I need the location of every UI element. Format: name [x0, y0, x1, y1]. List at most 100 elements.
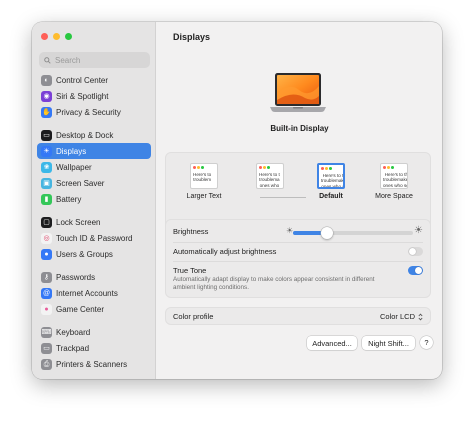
- search-icon: [44, 56, 51, 64]
- color-profile-select[interactable]: Color LCD: [380, 312, 423, 321]
- color-profile-card: Color profile Color LCD: [165, 307, 431, 325]
- sidebar-item-label: Printers & Scanners: [56, 359, 128, 369]
- sidebar-item-game-center[interactable]: ● Game Center: [37, 301, 151, 317]
- dock-icon: ▭: [41, 129, 52, 141]
- help-button[interactable]: ?: [420, 336, 433, 349]
- resolution-sample-text: Here's to the cr troublemakers. T ones w…: [383, 172, 408, 188]
- brightness-knob[interactable]: [320, 227, 333, 239]
- night-shift-button[interactable]: Night Shift...: [362, 336, 415, 350]
- auto-brightness-row: Automatically adjust brightness: [173, 247, 423, 256]
- brightness-slider[interactable]: [293, 227, 413, 239]
- resolution-option[interactable]: Here's to the cr troublemakers. T ones w…: [372, 163, 416, 200]
- divider: [173, 261, 423, 262]
- true-tone-toggle[interactable]: [408, 266, 423, 275]
- high-brightness-icon: ☀: [414, 225, 423, 236]
- sidebar-list: ◐ Control Center ◉ Siri & Spotlight ✋ Privacy…: [37, 72, 151, 372]
- sidebar-item-label: Desktop & Dock: [56, 130, 114, 140]
- sidebar-item-control-center[interactable]: ◐ Control Center: [37, 72, 151, 88]
- sidebar-item-label: Control Center: [56, 75, 109, 85]
- resolution-option[interactable]: Here's to troublem Larger Text: [182, 163, 226, 200]
- resolution-preview: Here's to the troublemakers ones who see…: [317, 163, 345, 189]
- trackpad-icon: ▭: [41, 342, 52, 354]
- sidebar-item-label: Screen Saver: [56, 178, 105, 188]
- resolution-label: Larger Text: [186, 193, 222, 200]
- sidebar-item-label: Touch ID & Password: [56, 233, 133, 243]
- fingerprint-icon: ◎: [41, 232, 52, 244]
- divider: [173, 242, 423, 243]
- at-icon: @: [41, 287, 52, 299]
- sidebar-item-label: Wallpaper: [56, 162, 92, 172]
- sidebar-item-passwords[interactable]: ⚷ Passwords: [37, 269, 151, 285]
- control-center-icon: ◐: [41, 74, 52, 86]
- siri-icon: ◉: [41, 90, 52, 102]
- sidebar-item-label: Game Center: [56, 304, 105, 314]
- sidebar-item-privacy-security[interactable]: ✋ Privacy & Security: [37, 104, 151, 120]
- color-profile-value: Color LCD: [379, 312, 415, 321]
- sidebar-item-touch-id-password[interactable]: ◎ Touch ID & Password: [37, 230, 151, 246]
- sidebar-item-label: Battery: [56, 194, 82, 204]
- sidebar-item-label: Lock Screen: [56, 217, 101, 227]
- resolution-sample-text: Here's to troublem: [193, 172, 212, 183]
- sidebar-item-label: Siri & Spotlight: [56, 91, 109, 101]
- sidebar-item-battery[interactable]: ▮ Battery: [37, 191, 151, 207]
- wallpaper-icon: ❀: [41, 161, 52, 173]
- search-box[interactable]: [39, 52, 150, 68]
- displays-icon: ☀: [41, 145, 52, 157]
- resolution-track: [260, 197, 306, 198]
- resolution-preview: Here's to troublem: [190, 163, 218, 189]
- resolution-label: Default: [319, 193, 343, 200]
- lock-screen-icon: ▢: [41, 216, 52, 228]
- zoom-button[interactable]: [65, 33, 72, 40]
- close-button[interactable]: [41, 33, 48, 40]
- macbook-icon: [270, 73, 326, 112]
- sidebar-item-label: Displays: [56, 146, 87, 156]
- minimize-button[interactable]: [53, 33, 60, 40]
- key-icon: ⚷: [41, 271, 52, 283]
- sidebar-item-internet-accounts[interactable]: @ Internet Accounts: [37, 285, 151, 301]
- true-tone-label: True Tone: [173, 266, 207, 275]
- sidebar-item-label: Keyboard: [56, 327, 91, 337]
- battery-icon: ▮: [41, 193, 52, 205]
- sidebar-item-wallpaper[interactable]: ❀ Wallpaper: [37, 159, 151, 175]
- resolution-option[interactable]: Here's to the troublemakers ones who see…: [309, 163, 353, 200]
- hand-icon: ✋: [41, 106, 52, 118]
- sidebar-item-desktop-dock[interactable]: ▭ Desktop & Dock: [37, 127, 151, 143]
- sidebar-item-label: Internet Accounts: [56, 288, 118, 298]
- sidebar-item-screen-saver[interactable]: ▣ Screen Saver: [37, 175, 151, 191]
- system-settings-window: ◐ Control Center ◉ Siri & Spotlight ✋ Privacy…: [32, 22, 442, 379]
- color-profile-row: Color profile Color LCD: [173, 312, 423, 321]
- screen-saver-icon: ▣: [41, 177, 52, 189]
- resolution-preview: Here's to t troublema ones who: [256, 163, 284, 189]
- brightness-row: Brightness ☀ ☀: [173, 225, 423, 239]
- sidebar-item-keyboard[interactable]: ⌨ Keyboard: [37, 324, 151, 340]
- chevron-updown-icon: [418, 313, 423, 320]
- low-brightness-icon: ☀: [286, 226, 294, 235]
- users-icon: ●: [41, 248, 52, 260]
- sidebar: ◐ Control Center ◉ Siri & Spotlight ✋ Privacy…: [32, 22, 156, 379]
- resolution-label: More Space: [375, 193, 413, 200]
- auto-brightness-toggle[interactable]: [408, 247, 423, 256]
- advanced-button[interactable]: Advanced...: [307, 336, 357, 350]
- resolution-option[interactable]: Here's to t troublema ones who: [248, 163, 292, 193]
- true-tone-description: Automatically adapt display to make colo…: [173, 276, 375, 291]
- sidebar-item-label: Users & Groups: [56, 249, 113, 259]
- sidebar-item-displays[interactable]: ☀ Displays: [37, 143, 151, 159]
- color-profile-label: Color profile: [173, 312, 214, 321]
- main-content: Displays Built-in Display Here's to trou…: [157, 22, 442, 379]
- brightness-label: Brightness: [173, 227, 209, 236]
- sidebar-item-users-groups[interactable]: ● Users & Groups: [37, 246, 151, 262]
- sidebar-item-label: Privacy & Security: [56, 107, 121, 117]
- search-input[interactable]: [55, 55, 145, 65]
- resolution-preview: Here's to the cr troublemakers. T ones w…: [380, 163, 408, 189]
- display-settings-card: Brightness ☀ ☀ Automatically adjust brig…: [165, 219, 431, 298]
- true-tone-row: True Tone Automatically adapt display to…: [173, 266, 423, 292]
- keyboard-icon: ⌨: [41, 326, 52, 338]
- window-controls: [41, 33, 72, 40]
- sidebar-item-lock-screen[interactable]: ▢ Lock Screen: [37, 214, 151, 230]
- sidebar-item-siri-spotlight[interactable]: ◉ Siri & Spotlight: [37, 88, 151, 104]
- sidebar-item-trackpad[interactable]: ▭ Trackpad: [37, 340, 151, 356]
- sidebar-item-printers-scanners[interactable]: ⎙ Printers & Scanners: [37, 356, 151, 372]
